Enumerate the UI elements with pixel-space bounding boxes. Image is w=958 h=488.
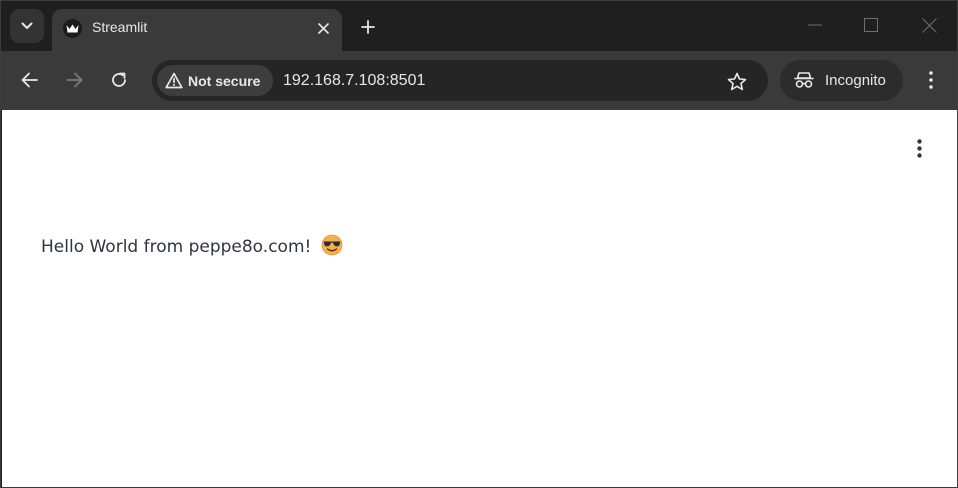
new-tab-button[interactable] — [355, 14, 381, 40]
tab-title: Streamlit — [92, 19, 148, 35]
incognito-profile-button[interactable]: Incognito — [780, 60, 903, 101]
kebab-menu-icon — [916, 138, 922, 158]
browser-menu-button[interactable] — [917, 65, 945, 95]
maximize-icon — [864, 18, 878, 32]
security-label: Not secure — [188, 73, 261, 89]
back-button[interactable] — [14, 65, 44, 95]
url-text[interactable]: 192.168.7.108:8501 — [283, 72, 425, 90]
incognito-icon — [794, 72, 814, 88]
tab-streamlit[interactable]: Streamlit — [52, 9, 342, 51]
app-menu-button[interactable] — [908, 136, 930, 160]
arrow-right-icon — [65, 72, 82, 88]
browser-window: Streamlit Not secure 192.168.7.108:8501 … — [0, 0, 958, 488]
browser-toolbar: Not secure 192.168.7.108:8501 Incognito — [1, 51, 957, 110]
warning-icon — [165, 72, 183, 89]
chevron-down-icon — [21, 22, 33, 29]
tab-search-button[interactable] — [10, 9, 44, 43]
incognito-label: Incognito — [825, 72, 886, 89]
star-icon — [727, 72, 747, 90]
smiling-face-with-sunglasses-icon — [321, 234, 343, 256]
reload-button[interactable] — [104, 65, 134, 95]
security-indicator[interactable]: Not secure — [157, 65, 273, 96]
arrow-left-icon — [21, 72, 38, 88]
tab-strip: Streamlit — [1, 1, 957, 51]
close-window-button[interactable] — [915, 11, 943, 39]
address-bar[interactable]: Not secure 192.168.7.108:8501 — [152, 60, 768, 101]
kebab-menu-icon — [929, 71, 933, 89]
tab-close-button[interactable] — [312, 17, 334, 39]
plus-icon — [361, 20, 375, 34]
reload-icon — [112, 72, 126, 87]
page-content: Hello World from peppe8o.com! — [2, 110, 957, 487]
minimize-button[interactable] — [801, 11, 829, 39]
forward-button[interactable] — [59, 65, 89, 95]
maximize-button[interactable] — [857, 11, 885, 39]
close-icon — [317, 22, 329, 34]
close-icon — [921, 17, 937, 33]
bookmark-button[interactable] — [725, 69, 749, 93]
hello-text: Hello World from peppe8o.com! — [41, 237, 312, 257]
streamlit-crown-icon — [63, 19, 82, 38]
hello-message: Hello World from peppe8o.com! — [41, 234, 343, 257]
minimize-icon — [808, 24, 822, 26]
